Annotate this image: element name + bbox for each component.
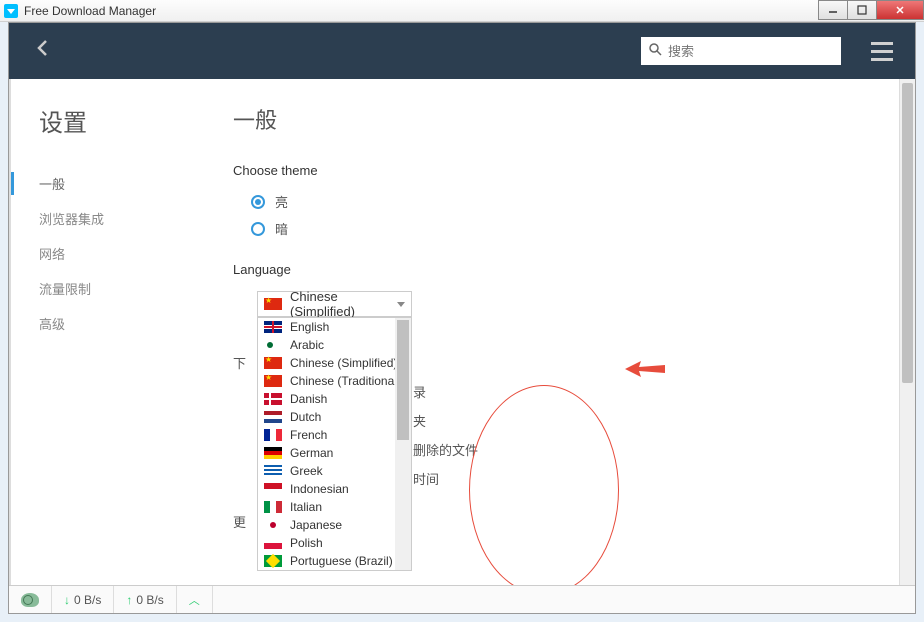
search-input[interactable] bbox=[668, 44, 833, 59]
maximize-button[interactable] bbox=[847, 0, 877, 20]
flag-icon bbox=[264, 555, 282, 567]
arrow-up-icon: ↑ bbox=[126, 593, 132, 607]
upload-speed: ↑0 B/s bbox=[114, 586, 176, 613]
language-option[interactable]: German bbox=[258, 444, 411, 462]
status-bar: ↓0 B/s ↑0 B/s ︿ bbox=[9, 585, 915, 613]
content-scrollbar[interactable] bbox=[899, 79, 915, 585]
arrow-down-icon: ↓ bbox=[64, 593, 70, 607]
back-button[interactable] bbox=[25, 32, 59, 70]
theme-label: Choose theme bbox=[233, 163, 915, 178]
flag-icon bbox=[264, 537, 282, 549]
language-option[interactable]: Dutch bbox=[258, 408, 411, 426]
minimize-button[interactable] bbox=[818, 0, 848, 20]
menu-button[interactable] bbox=[865, 36, 899, 67]
language-option[interactable]: English bbox=[258, 318, 411, 336]
window-controls bbox=[819, 0, 924, 20]
obscured-text: 时间 bbox=[413, 469, 915, 488]
flag-icon bbox=[264, 357, 282, 369]
snail-icon bbox=[21, 593, 39, 607]
language-label: Language bbox=[233, 262, 915, 277]
language-option[interactable]: Polish bbox=[258, 534, 411, 552]
sidebar-item-traffic[interactable]: 流量限制 bbox=[39, 271, 229, 306]
radio-label: 暗 bbox=[275, 219, 288, 238]
settings-sidebar: 设置 一般 浏览器集成 网络 流量限制 高级 bbox=[9, 79, 229, 585]
content-area: 设置 一般 浏览器集成 网络 流量限制 高级 一般 Choose theme 亮… bbox=[9, 79, 915, 585]
dropdown-scrollbar[interactable] bbox=[395, 318, 411, 570]
collapse-button[interactable]: ︿ bbox=[177, 586, 213, 613]
app-frame: 设置 一般 浏览器集成 网络 流量限制 高级 一般 Choose theme 亮… bbox=[8, 22, 916, 614]
language-option[interactable]: Chinese (Simplified) bbox=[258, 354, 411, 372]
theme-option-light[interactable]: 亮 bbox=[251, 192, 915, 211]
language-dropdown-wrap: Chinese (Simplified) English Arabic Chin… bbox=[233, 291, 915, 317]
flag-icon bbox=[264, 429, 282, 441]
window-titlebar: Free Download Manager bbox=[0, 0, 924, 22]
app-icon bbox=[4, 4, 18, 18]
close-button[interactable] bbox=[876, 0, 924, 20]
language-option[interactable]: Arabic bbox=[258, 336, 411, 354]
flag-icon bbox=[264, 465, 282, 477]
radio-icon bbox=[251, 222, 265, 236]
obscured-text: 删除的文件 bbox=[413, 440, 915, 459]
sidebar-item-network[interactable]: 网络 bbox=[39, 236, 229, 271]
flag-icon bbox=[264, 298, 282, 310]
flag-icon bbox=[264, 321, 282, 333]
radio-label: 亮 bbox=[275, 192, 288, 211]
section-title: 一般 bbox=[233, 103, 915, 135]
flag-icon bbox=[264, 339, 282, 351]
language-option[interactable]: French bbox=[258, 426, 411, 444]
language-option[interactable]: Indonesian bbox=[258, 480, 411, 498]
language-option[interactable]: Greek bbox=[258, 462, 411, 480]
search-box[interactable] bbox=[641, 37, 841, 65]
language-option[interactable]: Italian bbox=[258, 498, 411, 516]
language-option[interactable]: Portuguese (Brazil) bbox=[258, 552, 411, 570]
snail-mode-button[interactable] bbox=[9, 586, 52, 613]
flag-icon bbox=[264, 483, 282, 495]
sidebar-item-general[interactable]: 一般 bbox=[39, 166, 229, 201]
sidebar-item-advanced[interactable]: 高级 bbox=[39, 306, 229, 341]
download-speed: ↓0 B/s bbox=[52, 586, 114, 613]
flag-icon bbox=[264, 393, 282, 405]
flag-icon bbox=[264, 375, 282, 387]
radio-icon bbox=[251, 195, 265, 209]
settings-main: 一般 Choose theme 亮 暗 Language Chinese (Si… bbox=[229, 79, 915, 585]
dropdown-selected-label: Chinese (Simplified) bbox=[290, 289, 405, 319]
language-option[interactable]: Danish bbox=[258, 390, 411, 408]
flag-icon bbox=[264, 519, 282, 531]
search-icon bbox=[649, 43, 662, 59]
language-option[interactable]: Japanese bbox=[258, 516, 411, 534]
sidebar-item-browser[interactable]: 浏览器集成 bbox=[39, 201, 229, 236]
app-header bbox=[9, 23, 915, 79]
window-title: Free Download Manager bbox=[24, 4, 156, 18]
theme-option-dark[interactable]: 暗 bbox=[251, 219, 915, 238]
flag-icon bbox=[264, 501, 282, 513]
language-dropdown[interactable]: Chinese (Simplified) bbox=[257, 291, 412, 317]
obscured-text: 录 bbox=[413, 382, 915, 401]
chevron-up-icon: ︿ bbox=[189, 592, 200, 608]
flag-icon bbox=[264, 411, 282, 423]
page-title: 设置 bbox=[39, 103, 229, 138]
flag-icon bbox=[264, 447, 282, 459]
language-dropdown-list: English Arabic Chinese (Simplified) Chin… bbox=[257, 317, 412, 571]
language-option[interactable]: Chinese (Traditional) bbox=[258, 372, 411, 390]
obscured-text: 夹 bbox=[413, 411, 915, 430]
